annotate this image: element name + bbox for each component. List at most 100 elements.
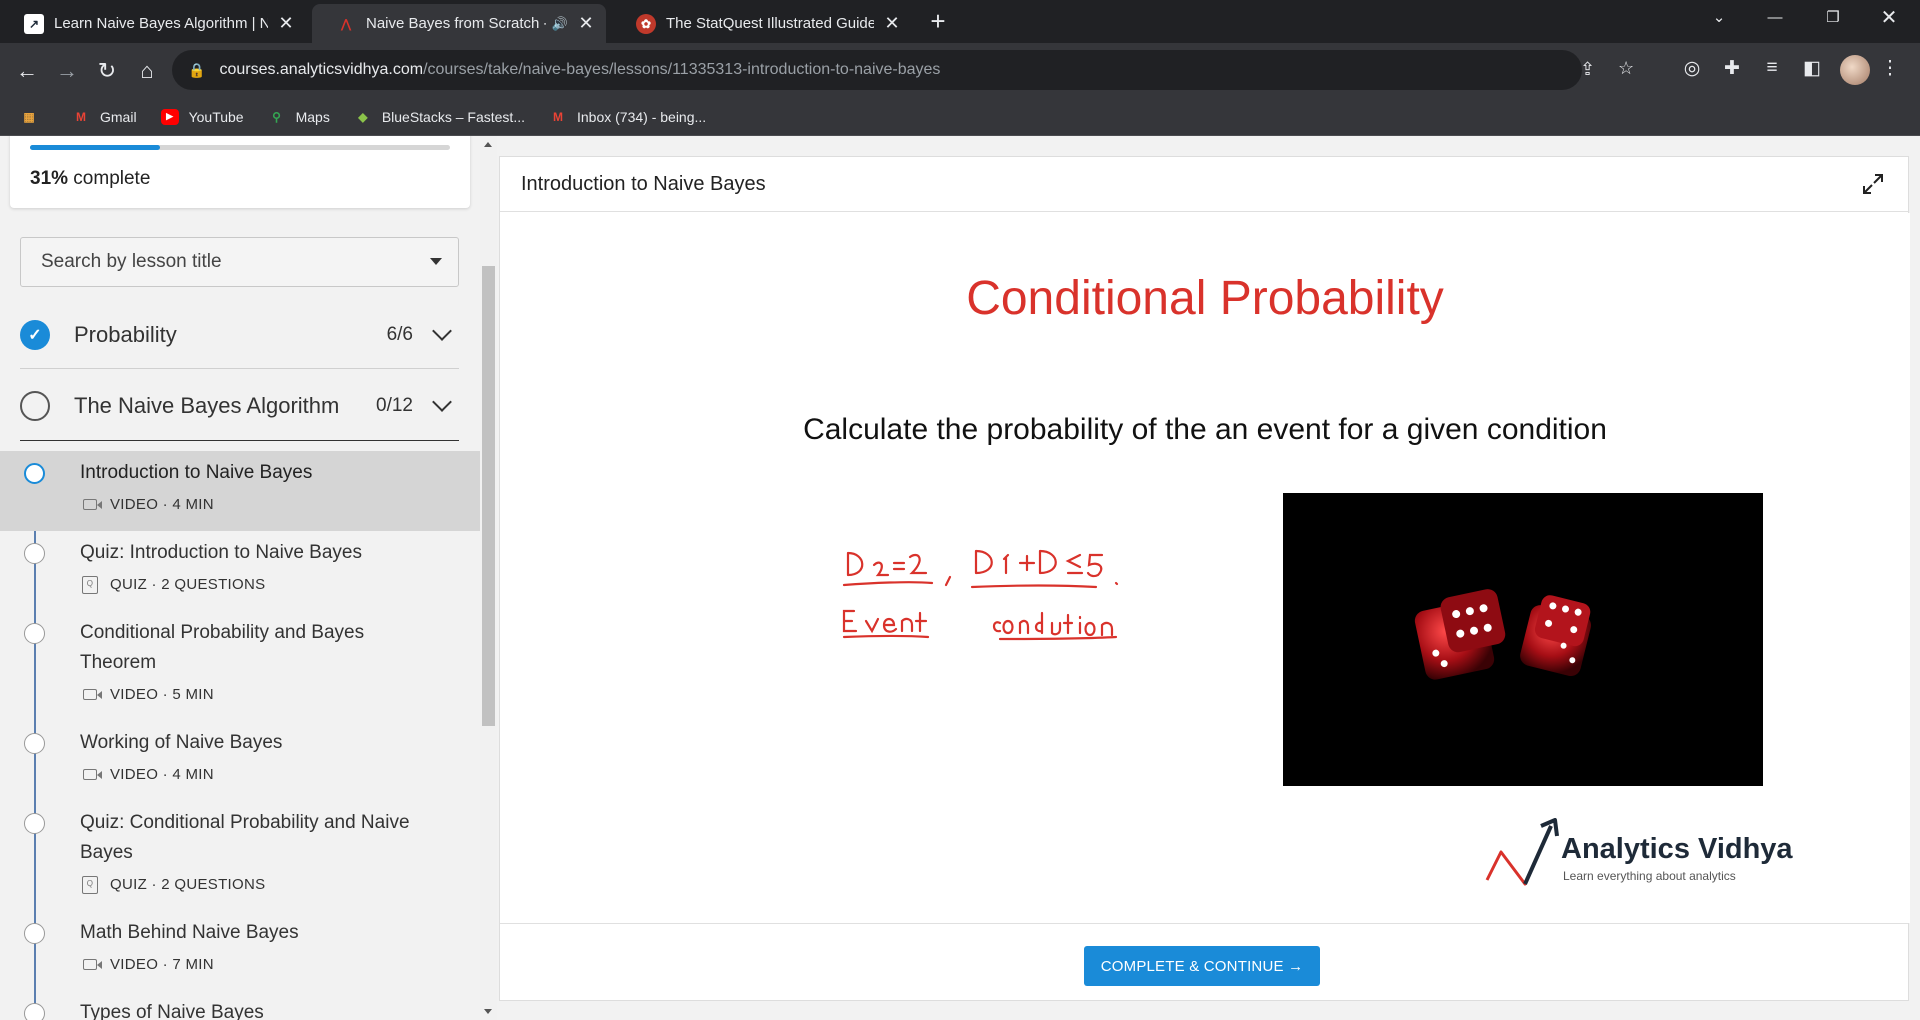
section-divider (20, 440, 459, 441)
address-bar[interactable]: 🔒 courses.analyticsvidhya.com/courses/ta… (172, 50, 1634, 90)
profile-avatar[interactable] (1840, 55, 1870, 85)
new-tab-button[interactable]: + (922, 6, 954, 38)
empty-circle-icon (20, 391, 50, 421)
lesson-meta: VIDEO · 5 MIN (80, 686, 214, 703)
bookmark-label: Gmail (100, 108, 137, 125)
lesson-item[interactable]: Quiz: Conditional Probability and Naive … (0, 801, 480, 911)
slide-title: Conditional Probability (966, 272, 1444, 325)
bookmark-bluestacks[interactable]: ◆ BlueStacks – Fastest... (354, 109, 525, 125)
minimize-button[interactable]: — (1752, 0, 1798, 36)
share-icon[interactable]: ⇪ (1580, 59, 1595, 80)
lock-icon[interactable]: 🔒 (188, 62, 205, 79)
browser-tab[interactable]: ✿ The StatQuest Illustrated Guide t ✕ (612, 4, 912, 43)
quiz-icon: Q (80, 875, 100, 894)
lesson-item[interactable]: Math Behind Naive Bayes VIDEO · 7 MIN (0, 911, 480, 991)
section-naive-bayes-algorithm[interactable]: The Naive Bayes Algorithm 0/12 (20, 372, 459, 440)
section-probability[interactable]: ✓ Probability 6/6 (20, 301, 459, 369)
statquest-favicon-icon: ✿ (636, 13, 656, 34)
course-sidebar: 31% complete Search by lesson title ✓ Pr… (0, 136, 480, 1020)
bookmark-inbox[interactable]: M Inbox (734) - being... (549, 109, 706, 125)
back-arrow-icon[interactable]: ← (12, 56, 42, 86)
media-queue-icon[interactable]: ≡ (1758, 57, 1786, 79)
browser-tab-bar: ↗ Learn Naive Bayes Algorithm | N ✕ ⋀ Na… (0, 0, 1920, 43)
home-icon[interactable]: ⌂ (132, 56, 162, 86)
scrollbar-thumb[interactable] (482, 266, 495, 726)
progress-percent: 31% (30, 168, 69, 189)
close-tab-icon[interactable]: ✕ (576, 13, 596, 34)
bookmark-apps[interactable]: ▦ (20, 109, 48, 125)
scroll-down-arrow-icon[interactable] (484, 1009, 492, 1014)
analytics-vidhya-favicon-icon: ⋀ (341, 16, 351, 31)
check-circle-icon: ✓ (20, 320, 50, 350)
complete-and-continue-button[interactable]: COMPLETE & CONTINUE → (1084, 946, 1320, 986)
lesson-meta: VIDEO · 7 MIN (80, 956, 214, 973)
search-placeholder: Search by lesson title (41, 251, 222, 272)
lesson-footer: COMPLETE & CONTINUE → (500, 923, 1908, 1002)
bluestacks-icon: ◆ (358, 109, 368, 124)
browser-tab-active[interactable]: ⋀ Naive Bayes from Scratch - A 🔊 ✕ (312, 4, 606, 43)
tab-title: Naive Bayes from Scratch - A (366, 15, 546, 32)
menu-kebab-icon[interactable]: ⋮ (1876, 57, 1904, 80)
lesson-item-active[interactable]: Introduction to Naive Bayes VIDEO · 4 MI… (0, 451, 480, 531)
forward-arrow-icon[interactable]: → (52, 56, 82, 86)
bookmark-label: Inbox (734) - being... (576, 108, 707, 125)
lesson-title: Conditional Probability and Bayes Theore… (80, 622, 365, 673)
progress-bar (30, 145, 450, 150)
url-host: courses.analyticsvidhya.com (219, 61, 424, 78)
video-player[interactable]: Conditional Probability Calculate the pr… (500, 213, 1910, 923)
restore-button[interactable]: ❐ (1810, 0, 1856, 36)
analytics-vidhya-favicon-icon: ↗ (24, 13, 44, 34)
section-count: 6/6 (386, 324, 413, 345)
gmail-icon: M (76, 109, 86, 124)
lesson-header: Introduction to Naive Bayes (500, 157, 1908, 212)
close-tab-icon[interactable]: ✕ (276, 13, 296, 34)
extension-target-icon[interactable]: ◎ (1678, 57, 1706, 80)
bookmark-gmail[interactable]: M Gmail (72, 109, 137, 125)
lesson-meta: VIDEO · 4 MIN (80, 496, 214, 513)
reload-icon[interactable]: ↻ (92, 56, 122, 86)
maps-icon: ⚲ (272, 109, 281, 124)
lesson-status-circle (24, 733, 45, 754)
bookmark-label: YouTube (188, 108, 244, 125)
chevron-down-icon (432, 392, 452, 412)
close-tab-icon[interactable]: ✕ (882, 13, 902, 34)
lesson-meta: Q QUIZ · 2 QUESTIONS (80, 875, 265, 894)
lesson-search-dropdown[interactable]: Search by lesson title (20, 237, 459, 287)
lesson-status-circle (24, 923, 45, 944)
progress-card: 31% complete (10, 136, 470, 208)
lesson-title: Introduction to Naive Bayes (80, 462, 313, 483)
lesson-meta: VIDEO · 4 MIN (80, 766, 214, 783)
apps-icon: ▦ (23, 109, 35, 124)
progress-text: 31% complete (30, 168, 150, 190)
tab-title: Learn Naive Bayes Algorithm | N (54, 15, 268, 32)
video-icon (80, 768, 102, 782)
lesson-title: Quiz: Conditional Probability and Naive … (80, 812, 410, 863)
side-panel-icon[interactable]: ◧ (1798, 57, 1826, 80)
lesson-item[interactable]: Quiz: Introduction to Naive Bayes Q QUIZ … (0, 531, 480, 611)
bookmark-label: BlueStacks – Fastest... (381, 108, 525, 125)
lesson-item[interactable]: Conditional Probability and Bayes Theore… (0, 611, 480, 721)
lesson-status-circle (24, 813, 45, 834)
gmail-icon: M (552, 109, 563, 124)
progress-suffix: complete (68, 168, 151, 189)
lesson-item[interactable]: Working of Naive Bayes VIDEO · 4 MIN (0, 721, 480, 801)
browser-toolbar: ← → ↻ ⌂ 🔒 courses.analyticsvidhya.com/co… (0, 43, 1920, 98)
lesson-header-title: Introduction to Naive Bayes (521, 172, 766, 195)
close-window-button[interactable]: ✕ (1866, 0, 1912, 36)
section-count: 0/12 (376, 395, 413, 416)
scroll-up-arrow-icon[interactable] (484, 142, 492, 147)
expand-icon[interactable] (1862, 173, 1884, 195)
extensions-puzzle-icon[interactable]: ✚ (1718, 57, 1746, 80)
bookmark-youtube[interactable]: ▶ YouTube (160, 108, 244, 125)
bookmark-star-icon[interactable]: ☆ (1618, 58, 1634, 79)
bookmarks-bar: ▦ M Gmail ▶ YouTube ⚲ Maps ◆ BlueStacks … (0, 98, 1920, 136)
lesson-item[interactable]: Types of Naive Bayes (0, 991, 480, 1020)
tab-search-icon[interactable]: ⌄ (1696, 0, 1742, 36)
lesson-status-circle (24, 623, 45, 644)
audio-playing-icon[interactable]: 🔊 (552, 16, 568, 32)
section-divider (20, 368, 459, 369)
bookmark-maps[interactable]: ⚲ Maps (268, 109, 330, 125)
red-dice-image (1283, 493, 1763, 786)
browser-tab[interactable]: ↗ Learn Naive Bayes Algorithm | N ✕ (0, 4, 306, 43)
sidebar-scrollbar[interactable] (480, 136, 497, 1020)
